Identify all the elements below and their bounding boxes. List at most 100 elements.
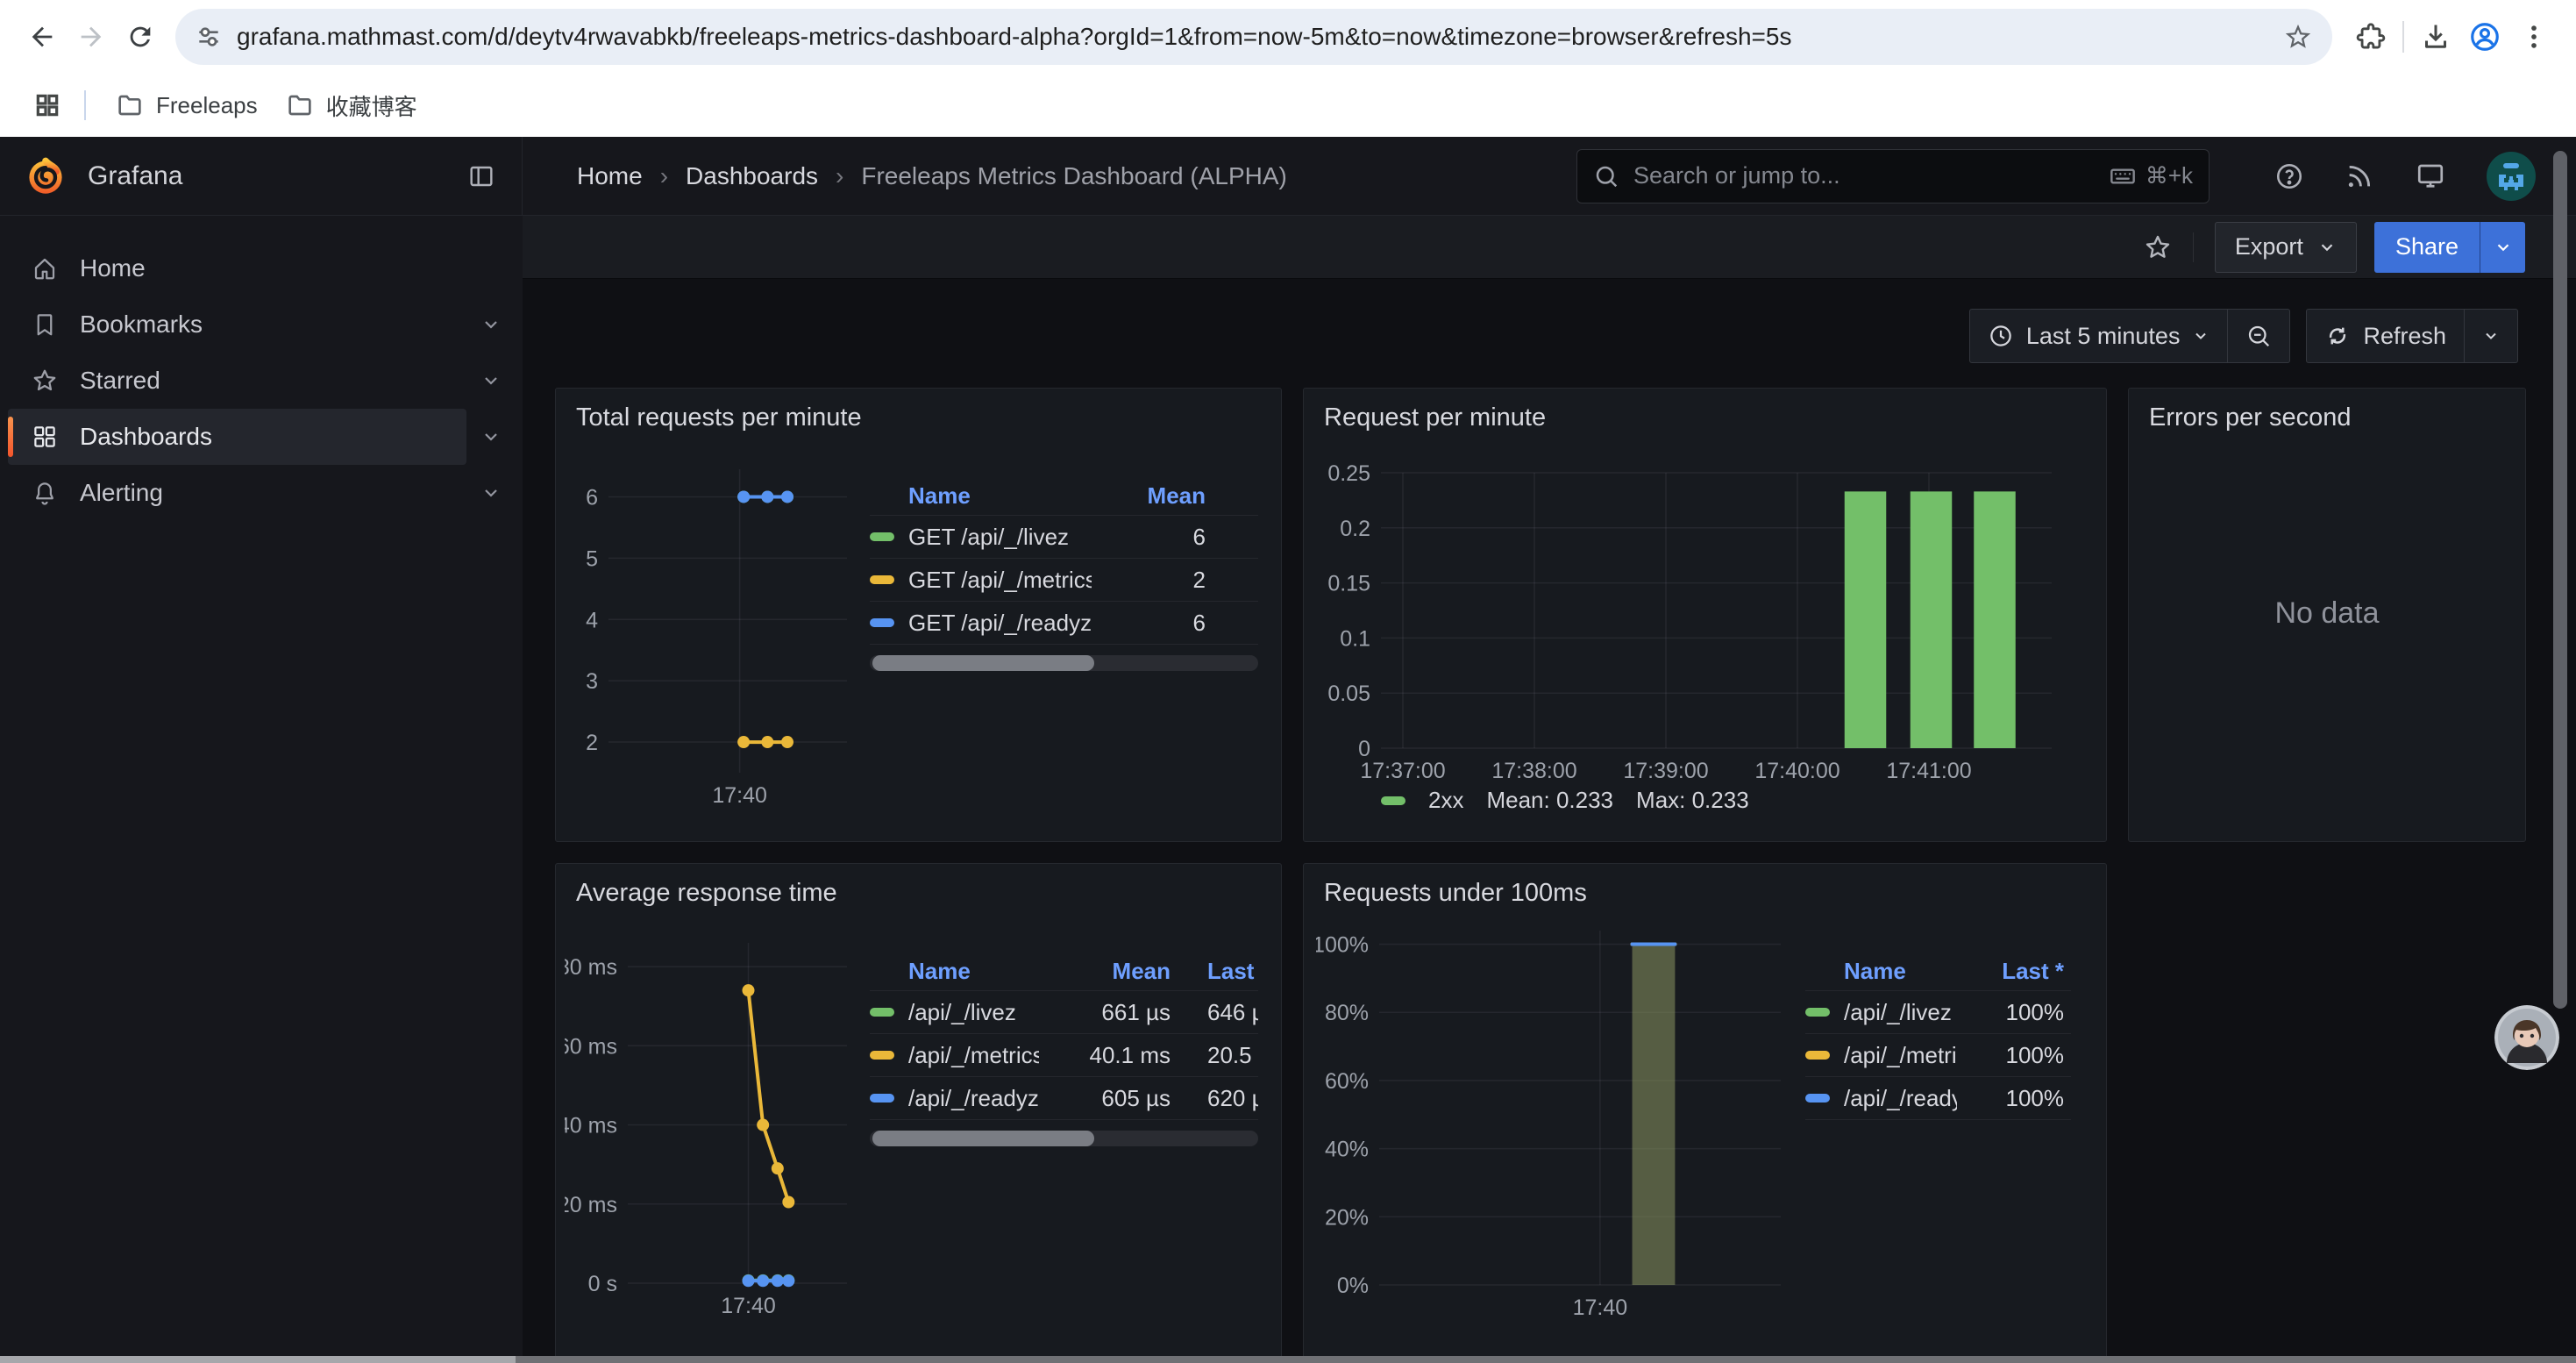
- panel-average-response-time[interactable]: Average response time 80 ms60 ms40 ms20 …: [555, 863, 1282, 1363]
- series-name[interactable]: GET /api/_/metrics: [908, 567, 1092, 594]
- browser-menu-icon[interactable]: [2509, 12, 2558, 61]
- chevron-down-icon[interactable]: [480, 482, 502, 503]
- scrollbar-thumb[interactable]: [872, 1131, 1094, 1146]
- timeseries-chart[interactable]: 80 ms60 ms40 ms20 ms0 s17:40: [565, 913, 854, 1324]
- share-button[interactable]: Share: [2374, 222, 2480, 273]
- legend-row[interactable]: GET /api/_/metrics2: [870, 559, 1258, 602]
- legend-row[interactable]: /api/_/readyz605 µs620 µs: [870, 1077, 1258, 1120]
- legend-row[interactable]: /api/_/livez100%: [1805, 991, 2071, 1034]
- panel-requests-under-100ms[interactable]: Requests under 100ms 100%80%60%40%20%0%1…: [1303, 863, 2107, 1363]
- bookmark-star-icon[interactable]: [2283, 22, 2313, 52]
- legend-col-value[interactable]: Last *: [1957, 958, 2071, 985]
- breadcrumb-home[interactable]: Home: [577, 162, 643, 190]
- legend-row[interactable]: /api/_/metrics40.1 ms20.5 ms: [870, 1034, 1258, 1077]
- page-horizontal-scrollbar[interactable]: [0, 1356, 2576, 1363]
- url-text[interactable]: grafana.mathmast.com/d/deytv4rwavabkb/fr…: [237, 23, 2283, 51]
- sidebar-link-dashboards[interactable]: Dashboards: [8, 409, 466, 465]
- panel-legend[interactable]: 2xx Mean: 0.233 Max: 0.233: [1381, 787, 2085, 814]
- timeseries-chart[interactable]: 6543217:40: [565, 438, 854, 810]
- bar-chart[interactable]: 100%80%60%40%20%0%17:40: [1316, 913, 1790, 1325]
- scrollbar-thumb[interactable]: [872, 655, 1094, 671]
- legend-col-name[interactable]: Name: [870, 482, 1092, 510]
- floating-assistant-avatar[interactable]: [2494, 1005, 2559, 1070]
- series-name[interactable]: GET /api/_/readyz: [908, 610, 1092, 637]
- bookmark-folder-blogs[interactable]: 收藏博客: [272, 84, 431, 127]
- sidebar-link-bookmarks[interactable]: Bookmarks: [8, 296, 466, 353]
- share-button-group: Share: [2374, 222, 2525, 273]
- scrollbar-thumb[interactable]: [0, 1356, 516, 1363]
- bookmark-label: 收藏博客: [326, 89, 417, 122]
- svg-text:80 ms: 80 ms: [565, 955, 617, 980]
- series-name[interactable]: /api/_/livez: [908, 999, 1039, 1026]
- apps-icon: [32, 424, 58, 450]
- series-name[interactable]: /api/_/metrics: [1844, 1042, 1957, 1069]
- sidebar-link-starred[interactable]: Starred: [8, 353, 466, 409]
- panel-total-requests-per-minute[interactable]: Total requests per minute 6543217:40 Nam…: [555, 388, 1282, 842]
- grafana-logo[interactable]: [26, 156, 65, 196]
- legend-row[interactable]: /api/_/readyz100%: [1805, 1077, 2071, 1120]
- legend-col-last[interactable]: Last *: [1207, 958, 1258, 985]
- chevron-down-icon[interactable]: [480, 314, 502, 335]
- favorite-star-icon[interactable]: [2144, 233, 2172, 261]
- series-name[interactable]: /api/_/metrics: [908, 1042, 1039, 1069]
- refresh-button[interactable]: Refresh: [2306, 309, 2465, 363]
- folder-icon: [116, 91, 144, 119]
- panel-title[interactable]: Errors per second: [2129, 389, 2525, 432]
- legend-row[interactable]: /api/_/metrics100%: [1805, 1034, 2071, 1077]
- breadcrumb-dashboards[interactable]: Dashboards: [686, 162, 818, 190]
- svg-text:0.1: 0.1: [1340, 626, 1370, 651]
- chevron-down-icon[interactable]: [480, 370, 502, 391]
- panel-title[interactable]: Average response time: [556, 864, 1281, 908]
- refresh-interval-button[interactable]: [2465, 309, 2518, 363]
- back-button[interactable]: [18, 12, 67, 61]
- export-button[interactable]: Export: [2215, 222, 2357, 273]
- page-vertical-scrollbar[interactable]: [2553, 151, 2567, 1009]
- legend-row[interactable]: /api/_/livez661 µs646 µs: [870, 991, 1258, 1034]
- time-controls: Last 5 minutes R: [523, 279, 2576, 363]
- legend-horizontal-scrollbar[interactable]: [870, 655, 1258, 671]
- panel-title[interactable]: Requests under 100ms: [1304, 864, 2106, 908]
- panel-title[interactable]: Total requests per minute: [556, 389, 1281, 432]
- profile-icon[interactable]: [2460, 12, 2509, 61]
- series-name[interactable]: /api/_/readyz: [1844, 1085, 1957, 1112]
- apps-grid-icon[interactable]: [23, 81, 72, 130]
- chevron-down-icon[interactable]: [480, 426, 502, 447]
- legend-col-value[interactable]: Mean: [1039, 958, 1171, 985]
- news-rss-icon[interactable]: [2345, 161, 2374, 191]
- bookmark-folder-freeleaps[interactable]: Freeleaps: [102, 86, 272, 125]
- series-name[interactable]: GET /api/_/livez: [908, 524, 1092, 551]
- legend-row[interactable]: GET /api/_/readyz6: [870, 602, 1258, 645]
- panel-errors-per-second[interactable]: Errors per second No data: [2128, 388, 2526, 842]
- panel-request-per-minute[interactable]: Request per minute 0.250.20.150.10.05017…: [1303, 388, 2107, 842]
- empty-grid-cell: [2128, 863, 2526, 1363]
- legend-col-value[interactable]: Mean: [1092, 482, 1258, 510]
- search-input[interactable]: Search or jump to... ⌘+k: [1576, 149, 2210, 203]
- time-range-picker[interactable]: Last 5 minutes: [1969, 309, 2229, 363]
- bookmark-label: Freeleaps: [156, 92, 258, 119]
- kiosk-monitor-icon[interactable]: [2415, 161, 2446, 192]
- bar-chart[interactable]: 0.250.20.150.10.05017:37:0017:38:0017:39…: [1325, 434, 2087, 783]
- site-settings-icon[interactable]: [195, 23, 223, 51]
- address-bar[interactable]: grafana.mathmast.com/d/deytv4rwavabkb/fr…: [175, 9, 2332, 65]
- extensions-icon[interactable]: [2346, 12, 2395, 61]
- sidebar-link-alerting[interactable]: Alerting: [8, 465, 466, 521]
- legend-row[interactable]: GET /api/_/livez6: [870, 516, 1258, 559]
- legend-header: NameMean Last *: [870, 952, 1258, 991]
- sidebar-toggle-icon[interactable]: [467, 162, 495, 190]
- legend-col-name[interactable]: Name: [870, 958, 1039, 985]
- legend-horizontal-scrollbar[interactable]: [870, 1131, 1258, 1146]
- series-value: 2: [1092, 567, 1258, 594]
- sidebar-link-home[interactable]: Home: [8, 240, 502, 296]
- zoom-out-button[interactable]: [2228, 309, 2290, 363]
- user-avatar[interactable]: [2487, 152, 2536, 201]
- series-name[interactable]: /api/_/livez: [1844, 999, 1957, 1026]
- refresh-icon: [2324, 323, 2351, 349]
- reload-button[interactable]: [116, 12, 165, 61]
- series-name[interactable]: /api/_/readyz: [908, 1085, 1039, 1112]
- legend-col-name[interactable]: Name: [1805, 958, 1957, 985]
- downloads-icon[interactable]: [2411, 12, 2460, 61]
- forward-button[interactable]: [67, 12, 116, 61]
- help-icon[interactable]: [2274, 161, 2304, 191]
- share-menu-button[interactable]: [2480, 222, 2525, 273]
- panel-title[interactable]: Request per minute: [1304, 389, 2106, 432]
